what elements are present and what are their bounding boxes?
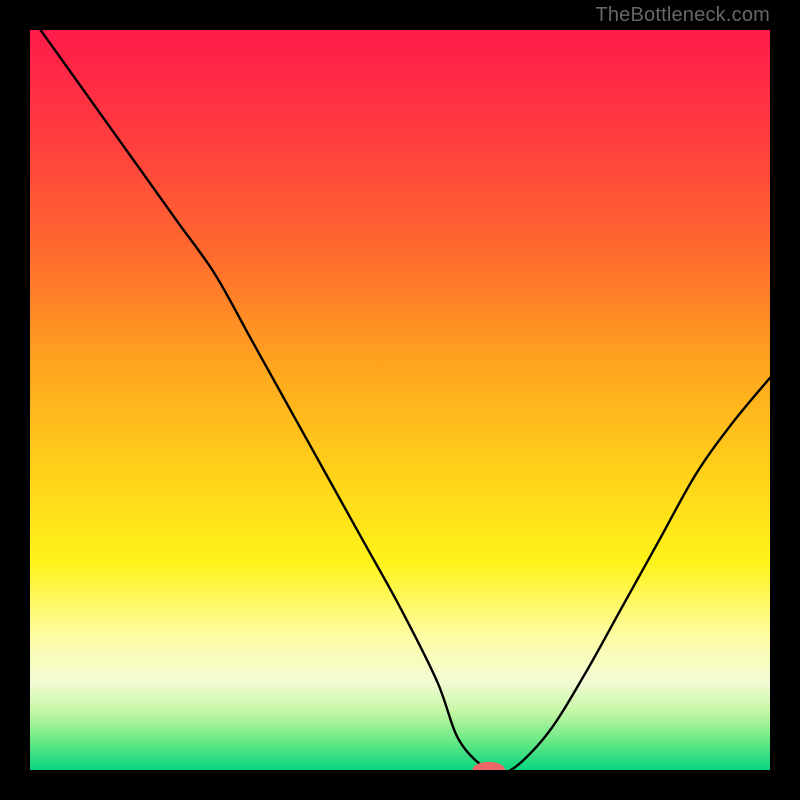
chart-svg: [30, 30, 770, 770]
plot-area: [30, 30, 770, 770]
chart-frame: TheBottleneck.com: [0, 0, 800, 800]
gradient-background: [30, 30, 770, 770]
watermark-text: TheBottleneck.com: [595, 4, 770, 27]
